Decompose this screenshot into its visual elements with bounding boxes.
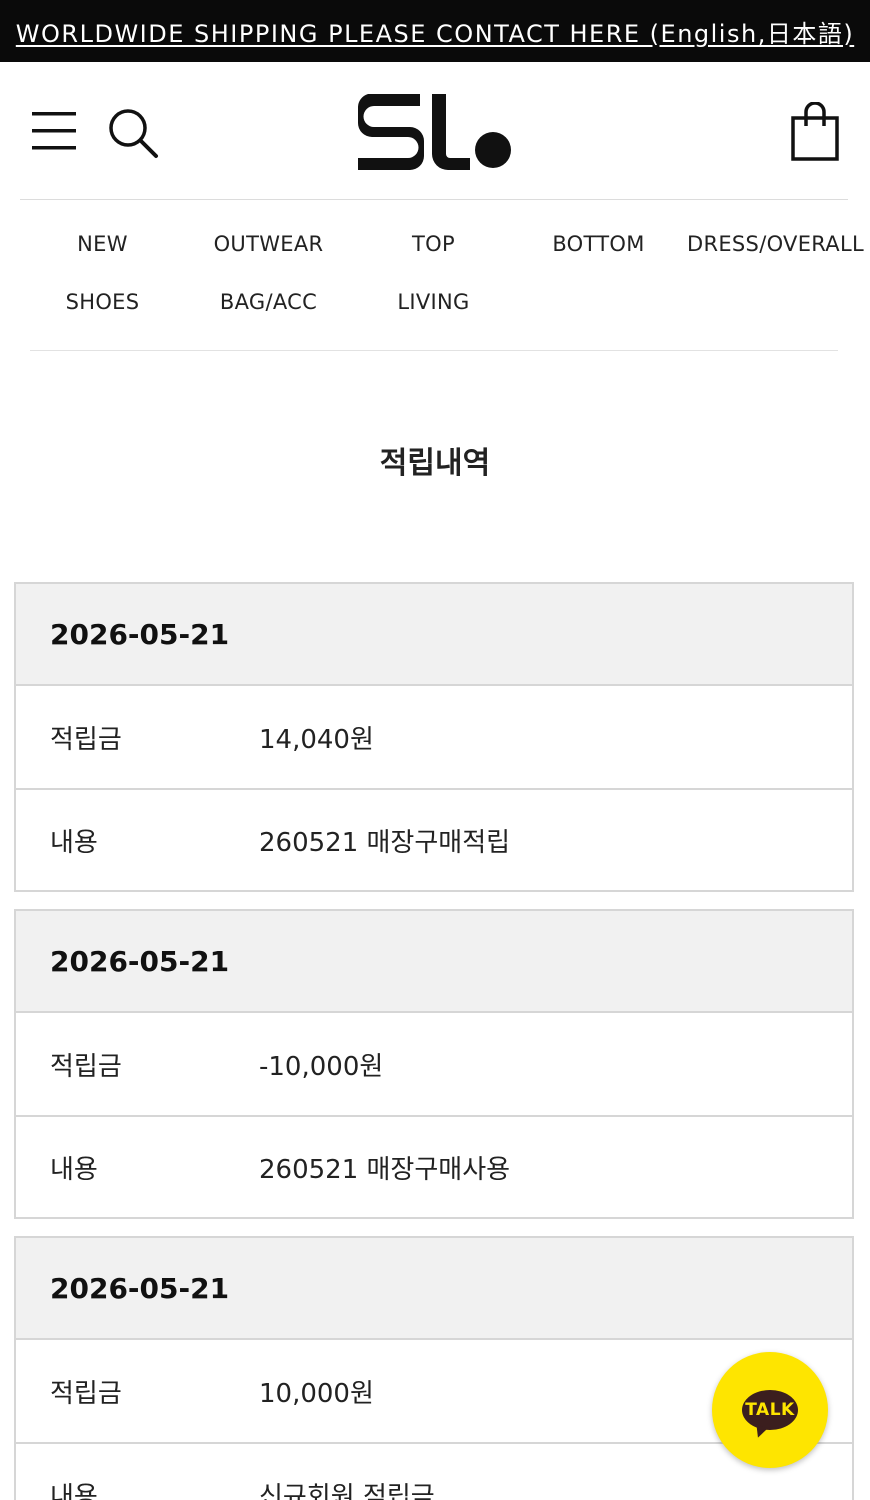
shipping-banner[interactable]: WORLDWIDE SHIPPING PLEASE CONTACT HERE (… — [0, 0, 870, 62]
record-description-row: 내용 260521 매장구매사용 — [16, 1115, 852, 1217]
amount-value: 14,040원 — [259, 724, 374, 755]
record-description-row: 내용 260521 매장구매적립 — [16, 788, 852, 890]
mileage-record: 2026-05-21 적립금 14,040원 내용 260521 매장구매적립 — [14, 582, 854, 892]
amount-label: 적립금 — [50, 1378, 122, 1409]
menu-icon[interactable] — [30, 108, 78, 156]
record-description-row: 내용 신규회원 적립금 — [16, 1442, 852, 1500]
shipping-banner-text[interactable]: WORLDWIDE SHIPPING PLEASE CONTACT HERE (… — [16, 14, 854, 49]
nav-item-living[interactable]: LIVING — [351, 290, 516, 314]
mileage-record: 2026-05-21 적립금 -10,000원 내용 260521 매장구매사용 — [14, 909, 854, 1219]
nav-item-bag-acc[interactable]: BAG/ACC — [186, 290, 351, 314]
sl-logo[interactable] — [358, 94, 512, 170]
description-label: 내용 — [50, 1154, 98, 1185]
amount-value: -10,000원 — [259, 1051, 384, 1082]
nav-divider — [30, 350, 838, 351]
header-divider — [20, 199, 848, 200]
description-label: 내용 — [50, 827, 98, 858]
record-amount-row: 적립금 14,040원 — [16, 686, 852, 788]
description-value: 260521 매장구매사용 — [259, 1154, 511, 1185]
description-value: 260521 매장구매적립 — [259, 827, 511, 858]
shopping-bag-icon[interactable] — [790, 102, 840, 162]
talk-label: TALK — [745, 1400, 795, 1420]
nav-item-dress-overall[interactable]: DRESS/OVERALL — [687, 232, 864, 256]
search-icon[interactable] — [106, 106, 160, 160]
description-label: 내용 — [50, 1481, 98, 1500]
record-date: 2026-05-21 — [16, 911, 852, 1013]
record-date: 2026-05-21 — [16, 584, 852, 686]
page-title: 적립내역 — [379, 446, 491, 481]
nav-item-bottom[interactable]: BOTTOM — [516, 232, 681, 256]
nav-item-shoes[interactable]: SHOES — [20, 290, 185, 314]
chat-bubble-icon: TALK — [742, 1390, 798, 1430]
mileage-history-list: 2026-05-21 적립금 14,040원 내용 260521 매장구매적립 … — [14, 582, 854, 1500]
kakao-talk-button[interactable]: TALK — [712, 1352, 828, 1468]
nav-item-new[interactable]: NEW — [20, 232, 185, 256]
description-value: 신규회원 적립금 — [259, 1481, 435, 1500]
amount-label: 적립금 — [50, 724, 122, 755]
record-amount-row: 적립금 -10,000원 — [16, 1013, 852, 1115]
record-date: 2026-05-21 — [16, 1238, 852, 1340]
nav-item-outwear[interactable]: OUTWEAR — [186, 232, 351, 256]
nav-item-top[interactable]: TOP — [351, 232, 516, 256]
amount-label: 적립금 — [50, 1051, 122, 1082]
